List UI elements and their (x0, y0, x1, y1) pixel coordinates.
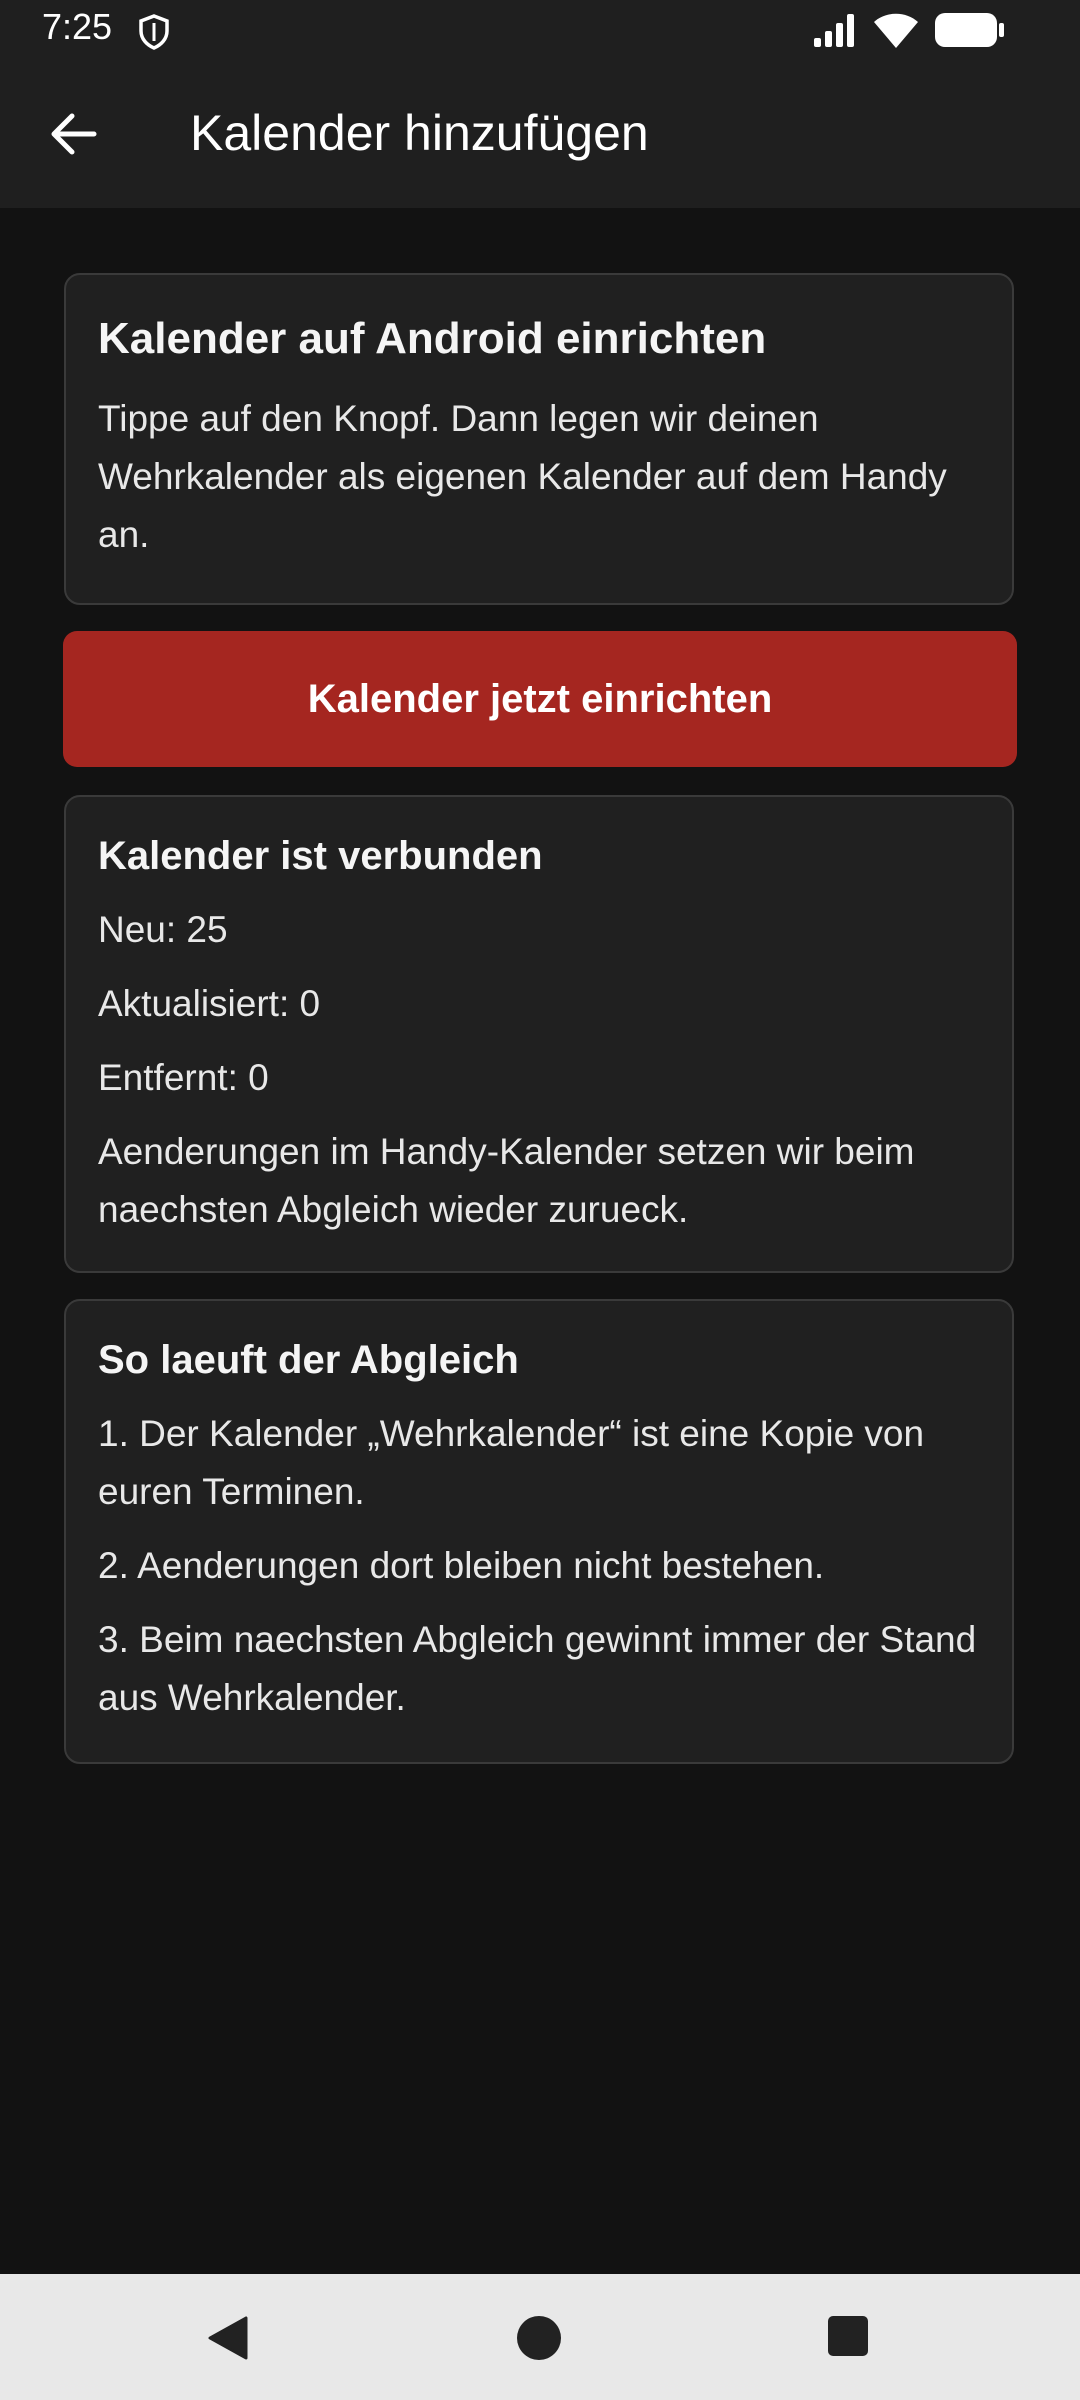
setup-card-text: Tippe auf den Knopf. Dann legen wir dein… (98, 398, 947, 555)
signal-icon (814, 14, 854, 47)
shield-icon (139, 14, 169, 50)
status-note: Aenderungen im Handy-Kalender setzen wir… (98, 1131, 915, 1230)
app-bar: Kalender hinzufügen (0, 60, 1080, 208)
back-button[interactable] (40, 100, 108, 168)
arrow-left-icon (51, 113, 97, 155)
new-count: Neu: 25 (98, 909, 228, 950)
page-title: Kalender hinzufügen (190, 105, 649, 161)
sync-step: 3. Beim naechsten Abgleich gewinnt immer… (98, 1619, 977, 1718)
status-time: 7:25 (42, 6, 113, 47)
nav-home-icon[interactable] (515, 2314, 563, 2362)
system-nav-bar (0, 2274, 1080, 2400)
removed-count: Entfernt: 0 (98, 1057, 269, 1098)
status-bar: 7:25 (0, 0, 1080, 60)
nav-back-icon[interactable] (204, 2314, 252, 2362)
setup-card-title: Kalender auf Android einrichten (98, 314, 767, 363)
sync-info-card: So laeuft der Abgleich 1. Der Kalender „… (64, 1299, 1014, 1764)
nav-recents-icon[interactable] (826, 2314, 870, 2358)
setup-card: Kalender auf Android einrichten Tippe au… (64, 273, 1014, 605)
sync-step: 2. Aenderungen dort bleiben nicht besteh… (98, 1545, 825, 1586)
status-card: Kalender ist verbunden Neu: 25 Aktualisi… (64, 795, 1014, 1273)
sync-step: 1. Der Kalender „Wehrkalender“ ist eine … (98, 1413, 925, 1512)
sync-card-title: So laeuft der Abgleich (98, 1338, 519, 1382)
setup-calendar-button[interactable]: Kalender jetzt einrichten (63, 631, 1017, 767)
battery-icon (935, 13, 1004, 47)
updated-count: Aktualisiert: 0 (98, 983, 321, 1024)
wifi-icon (874, 13, 918, 48)
status-card-title: Kalender ist verbunden (98, 834, 543, 878)
